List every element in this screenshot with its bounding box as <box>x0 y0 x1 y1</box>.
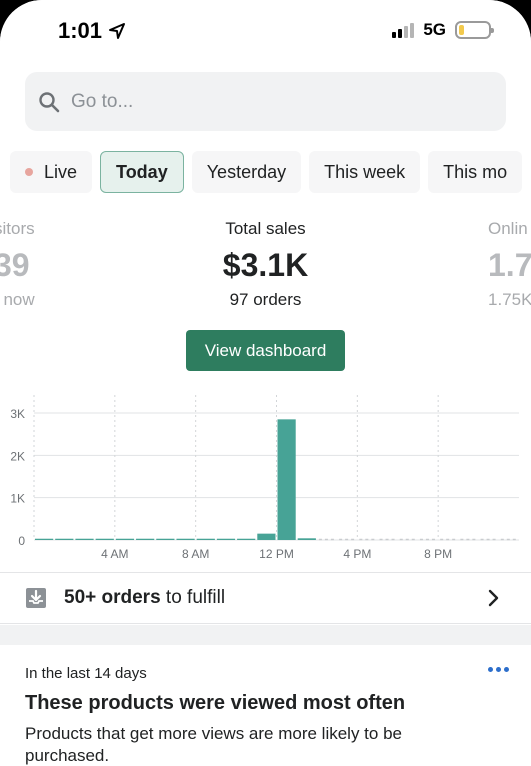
status-indicators: 5G <box>392 20 494 40</box>
download-tray-icon <box>26 588 46 608</box>
network-label: 5G <box>423 20 446 39</box>
stat-value: 1.7 <box>488 247 531 283</box>
card-description: Products that get more views are more li… <box>25 724 402 765</box>
stat-sub: t now <box>0 290 35 309</box>
location-arrow-icon <box>109 23 126 39</box>
chart-bar <box>297 538 316 540</box>
date-range-tabs: Live Today Yesterday This week This mo <box>10 151 523 193</box>
chart-bar <box>277 419 296 540</box>
more-options-icon[interactable] <box>488 667 509 672</box>
chart-bar <box>136 538 155 540</box>
tab-this-month[interactable]: This mo <box>428 151 523 193</box>
tab-label: This week <box>324 161 406 182</box>
signal-icon <box>392 22 415 38</box>
x-tick-label: 12 PM <box>259 547 294 561</box>
tab-yesterday[interactable]: Yesterday <box>191 151 302 193</box>
chart-bar <box>237 538 256 540</box>
fulfill-text: 50+ orders to fulfill <box>64 587 225 609</box>
tab-label: Live <box>44 161 78 182</box>
chart-bar <box>216 538 236 540</box>
battery-icon <box>455 21 494 39</box>
tab-today[interactable]: Today <box>100 151 184 193</box>
chart-bar <box>55 538 74 540</box>
chart-bar <box>156 538 175 540</box>
stat-value: $3.1K <box>222 247 309 283</box>
x-tick-label: 4 AM <box>101 547 128 561</box>
x-tick-label: 4 PM <box>343 547 371 561</box>
stat-total-sales[interactable]: Total sales $3.1K 97 orders <box>186 219 345 310</box>
y-tick-label: 0 <box>18 534 25 548</box>
card-eyebrow: In the last 14 days <box>25 665 147 682</box>
app-screen: 1:01 5G Go to... Live Today Yesterday Th… <box>0 0 531 766</box>
fulfill-suffix: to fulfill <box>160 587 226 608</box>
x-tick-label: 8 AM <box>182 547 209 561</box>
stat-label: Onlin <box>488 219 528 238</box>
orders-to-fulfill-row[interactable]: 50+ orders to fulfill <box>0 572 531 624</box>
stat-value: 39 <box>0 247 30 283</box>
sales-bar-chart: 3K 2K 1K 0 4 AM 8 AM 12 PM 4 PM 8 PM <box>10 395 519 561</box>
view-dashboard-button[interactable]: View dashboard <box>186 330 345 371</box>
chart-bar <box>95 538 114 540</box>
tab-label: This mo <box>443 161 508 182</box>
chevron-right-icon <box>488 589 499 607</box>
most-viewed-products-card: In the last 14 days These products were … <box>0 645 531 766</box>
status-time: 1:01 <box>58 18 126 44</box>
live-dot-icon <box>25 168 33 176</box>
stat-online[interactable]: Onlin 1.7 1.75K <box>488 219 531 310</box>
fulfill-count: 50+ orders <box>64 587 161 608</box>
stat-sub: 97 orders <box>229 290 302 309</box>
search-bar[interactable]: Go to... <box>25 72 506 131</box>
stat-label: Total sales <box>225 219 306 238</box>
stat-visitors[interactable]: sitors 39 t now <box>0 219 54 310</box>
tab-this-week[interactable]: This week <box>309 151 421 193</box>
status-time-text: 1:01 <box>58 18 103 43</box>
stat-sub: 1.75K <box>488 290 531 309</box>
home-top-section: 1:01 5G Go to... Live Today Yesterday Th… <box>0 0 531 625</box>
y-tick-label: 1K <box>10 492 25 506</box>
chart-bar <box>35 538 54 540</box>
search-icon <box>39 91 60 112</box>
y-tick-label: 3K <box>10 407 25 421</box>
chart-bar <box>75 538 94 540</box>
chart-bar <box>257 533 276 540</box>
chart-bar <box>115 538 135 540</box>
x-tick-label: 8 PM <box>424 547 452 561</box>
chart-bar <box>196 538 215 540</box>
y-tick-label: 2K <box>10 449 25 463</box>
search-placeholder: Go to... <box>71 90 134 112</box>
chart-bar <box>176 538 195 540</box>
tab-live[interactable]: Live <box>10 151 93 193</box>
card-title: These products were viewed most often <box>25 692 406 714</box>
stat-label: sitors <box>0 219 35 238</box>
tab-label: Today <box>116 161 168 182</box>
tab-label: Yesterday <box>206 161 287 182</box>
